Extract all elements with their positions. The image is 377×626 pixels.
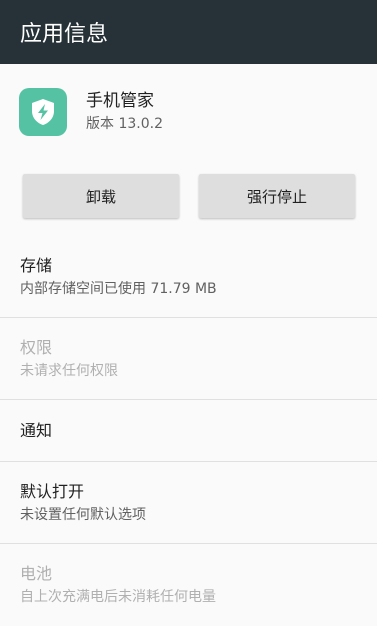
open-by-default-title: 默认打开 [20, 481, 85, 501]
action-buttons: 卸载 强行停止 [0, 160, 377, 220]
permissions-subtitle: 未请求任何权限 [20, 362, 118, 379]
app-version: 版本 13.0.2 [86, 116, 163, 132]
storage-item[interactable]: 存储 内部存储空间已使用 71.79 MB [0, 236, 377, 318]
uninstall-button[interactable]: 卸载 [23, 174, 179, 218]
battery-subtitle: 自上次充满电后未消耗任何电量 [20, 589, 216, 605]
permissions-item: 权限 未请求任何权限 [0, 318, 377, 400]
open-by-default-subtitle: 未设置任何默认选项 [20, 506, 146, 523]
app-header: 手机管家 版本 13.0.2 [0, 64, 377, 160]
notifications-title: 通知 [20, 420, 53, 440]
settings-list: 存储 内部存储空间已使用 71.79 MB 权限 未请求任何权限 通知 默认打开… [0, 236, 377, 626]
notifications-item[interactable]: 通知 [0, 400, 377, 462]
battery-item: 电池 自上次充满电后未消耗任何电量 [0, 544, 377, 626]
app-name: 手机管家 [86, 91, 154, 111]
shield-lightning-icon [19, 88, 67, 136]
page-title: 应用信息 [20, 22, 109, 47]
force-stop-button[interactable]: 强行停止 [199, 174, 355, 218]
open-by-default-item[interactable]: 默认打开 未设置任何默认选项 [0, 462, 377, 544]
storage-subtitle: 内部存储空间已使用 71.79 MB [20, 280, 217, 297]
battery-title: 电池 [20, 564, 53, 583]
storage-title: 存储 [20, 255, 53, 275]
permissions-title: 权限 [20, 337, 53, 357]
app-bar: 应用信息 [0, 0, 377, 64]
